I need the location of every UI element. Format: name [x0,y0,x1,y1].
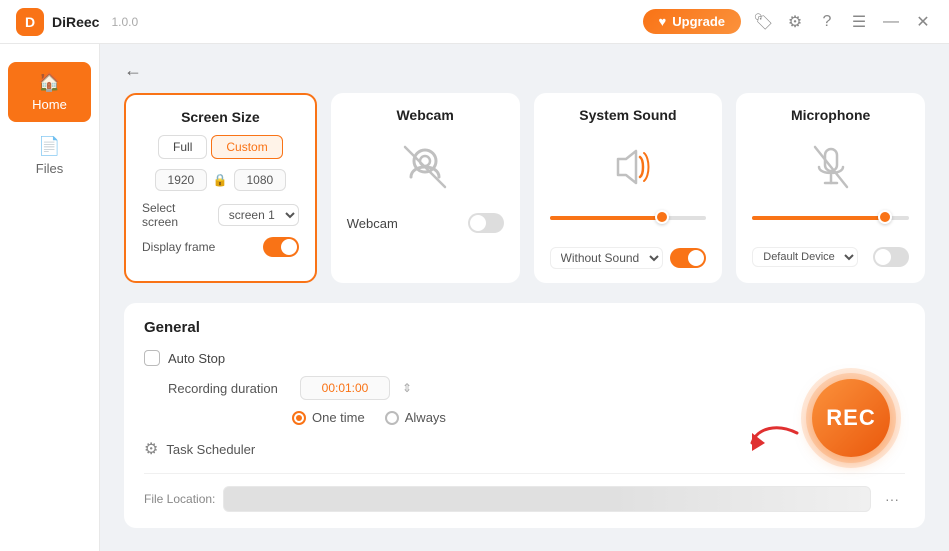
system-sound-card: System Sound [534,93,723,283]
recording-duration-label: Recording duration [168,381,288,396]
main-layout: 🏠 Home 📄 Files ← Screen Size Full Custom… [0,44,949,551]
titlebar-actions: ♥ Upgrade 🏷 ⚙ ? ☰ — ✕ [643,9,933,34]
webcam-bottom-row: Webcam [347,213,504,233]
auto-stop-label: Auto Stop [168,351,225,366]
default-device-select[interactable]: Default Device [752,247,858,267]
system-sound-bottom: Without Sound [550,247,707,269]
system-sound-title: System Sound [550,107,707,123]
minimize-icon[interactable]: — [881,13,901,31]
app-name: DiReec [52,14,99,30]
sidebar-item-home-label: Home [32,97,67,112]
general-section: General Auto Stop Recording duration ⇕ O… [124,303,925,528]
file-location-row: File Location: ··· [144,473,905,512]
microphone-thumb[interactable] [878,210,892,224]
system-sound-thumb[interactable] [655,210,669,224]
general-title: General [144,319,905,336]
full-btn[interactable]: Full [158,135,207,159]
display-frame-toggle[interactable] [263,237,299,257]
always-label: Always [405,410,446,425]
duration-row: Recording duration ⇕ [144,376,905,400]
back-button[interactable]: ← [124,60,148,81]
width-input[interactable] [155,169,207,191]
screen-select[interactable]: screen 1 [218,204,299,226]
duration-arrow-icon: ⇕ [402,381,412,395]
file-location-label: File Location: [144,492,215,506]
microphone-fill [752,216,885,220]
microphone-toggle[interactable] [873,247,909,267]
upgrade-label: Upgrade [672,14,725,29]
coupon-icon[interactable]: 🏷 [753,12,773,32]
heart-icon: ♥ [659,14,667,29]
webcam-title: Webcam [347,107,504,123]
one-time-radio-item[interactable]: One time [292,410,365,425]
sidebar-item-files-label: Files [36,161,63,176]
resolution-row: 🔒 [142,169,299,191]
webcam-icon [397,139,453,195]
sidebar: 🏠 Home 📄 Files [0,44,100,551]
auto-stop-row: Auto Stop [144,350,905,366]
auto-stop-checkbox[interactable] [144,350,160,366]
rec-button[interactable]: REC [812,379,890,457]
arrow-indicator [747,413,807,458]
system-sound-track [550,216,707,220]
task-scheduler-label: Task Scheduler [166,442,255,457]
files-icon: 📄 [38,136,60,157]
menu-icon[interactable]: ☰ [849,12,869,32]
without-sound-select[interactable]: Without Sound [550,247,663,269]
arrow-icon [747,413,807,453]
rec-container: REC [801,368,901,468]
one-time-label: One time [312,410,365,425]
webcam-toggle[interactable] [468,213,504,233]
size-btn-group: Full Custom [142,135,299,159]
height-input[interactable] [234,169,286,191]
select-screen-label: Select screen [142,201,212,229]
system-sound-center: Without Sound [550,133,707,269]
lock-icon: 🔒 [213,173,228,187]
microphone-icon [803,139,859,195]
settings-icon[interactable]: ⚙ [785,12,805,32]
always-radio[interactable] [385,411,399,425]
home-icon: 🏠 [38,72,60,93]
screen-size-title: Screen Size [142,109,299,125]
screen-size-card: Screen Size Full Custom 🔒 Select screen … [124,93,317,283]
one-time-radio[interactable] [292,411,306,425]
file-location-more-btn[interactable]: ··· [879,489,905,509]
system-sound-toggle[interactable] [670,248,706,268]
microphone-card: Microphone [736,93,925,283]
sidebar-item-files[interactable]: 📄 Files [8,126,91,186]
cards-row: Screen Size Full Custom 🔒 Select screen … [124,93,925,283]
system-sound-icon-wrap [598,137,658,197]
microphone-bottom: Default Device [752,247,909,267]
app-logo: D DiReec 1.0.0 [16,8,138,36]
app-icon: D [16,8,44,36]
app-version: 1.0.0 [111,15,138,29]
always-radio-item[interactable]: Always [385,410,446,425]
system-sound-icon [600,139,656,195]
rec-inner-ring: REC [806,373,896,463]
recording-duration-input[interactable] [300,376,390,400]
display-frame-label: Display frame [142,240,215,254]
mic-icon-wrap [801,137,861,197]
upgrade-button[interactable]: ♥ Upgrade [643,9,741,34]
microphone-title: Microphone [752,107,909,123]
task-scheduler-gear-icon: ⚙ [144,439,158,459]
webcam-card: Webcam Webcam [331,93,520,283]
webcam-center: Webcam [347,133,504,233]
file-location-path [223,486,871,512]
webcam-label: Webcam [347,216,398,231]
help-icon[interactable]: ? [817,13,837,31]
rec-outer-ring: REC [801,368,901,468]
system-sound-fill [550,216,663,220]
microphone-center: Default Device [752,133,909,267]
webcam-icon-wrap [395,137,455,197]
close-icon[interactable]: ✕ [913,12,933,32]
system-sound-slider-wrap[interactable] [550,215,707,229]
titlebar: D DiReec 1.0.0 ♥ Upgrade 🏷 ⚙ ? ☰ — ✕ [0,0,949,44]
custom-btn[interactable]: Custom [211,135,282,159]
microphone-slider-wrap[interactable] [752,215,909,229]
select-screen-row: Select screen screen 1 [142,201,299,229]
content-area: ← Screen Size Full Custom 🔒 Select scree… [100,44,949,551]
sidebar-item-home[interactable]: 🏠 Home [8,62,91,122]
display-frame-row: Display frame [142,237,299,257]
